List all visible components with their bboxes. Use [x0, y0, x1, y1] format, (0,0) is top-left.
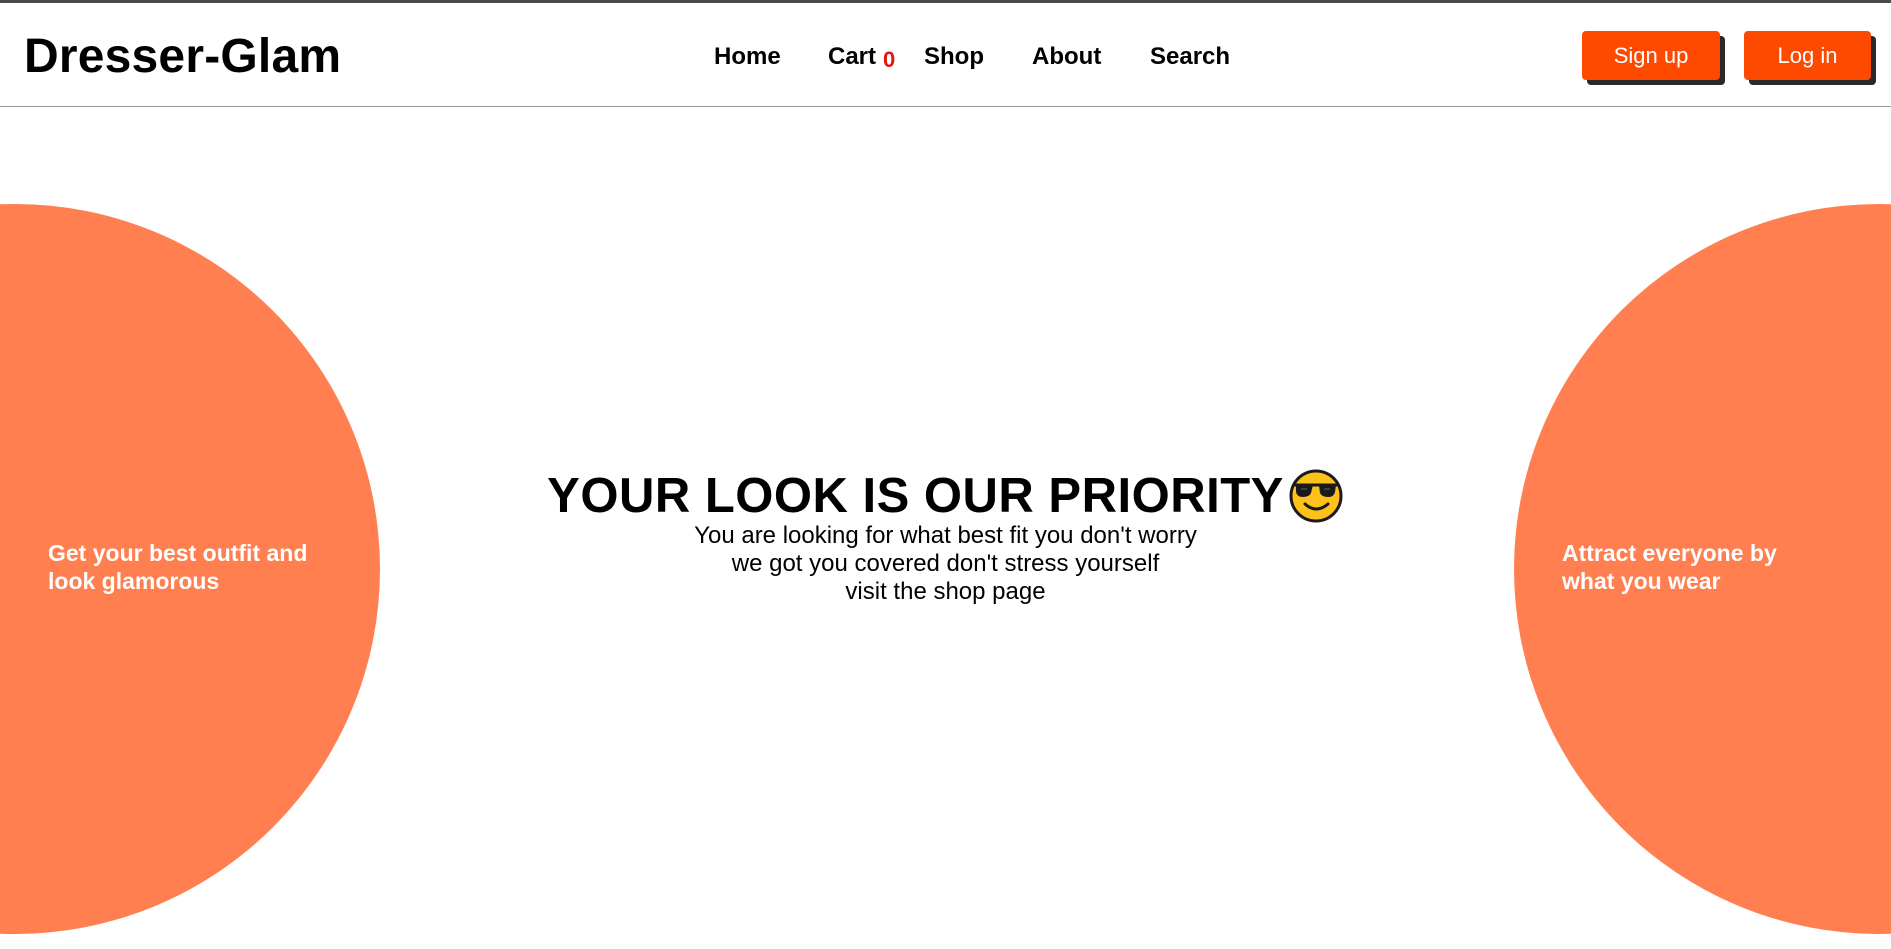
signup-button[interactable]: Sign up	[1582, 31, 1720, 80]
page: Dresser-Glam Home Cart 0 Shop About Sear…	[0, 0, 1891, 949]
login-button[interactable]: Log in	[1744, 31, 1871, 80]
hero-title-text: YOUR LOOK IS OUR PRIORITY	[547, 469, 1284, 524]
cart-count-badge: 0	[883, 47, 896, 72]
hero-subtitle-line: visit the shop page	[845, 578, 1046, 605]
nav-shop-link[interactable]: Shop	[924, 43, 984, 71]
navbar: Dresser-Glam Home Cart 0 Shop About Sear…	[0, 3, 1891, 107]
brand-logo[interactable]: Dresser-Glam	[24, 29, 341, 85]
hero-title: YOUR LOOK IS OUR PRIORITY	[0, 464, 1891, 525]
smiling-face-with-sunglasses-icon	[1289, 469, 1343, 523]
hero-subtitle-line: You are looking for what best fit you do…	[694, 522, 1197, 549]
nav-home-link[interactable]: Home	[714, 43, 781, 71]
nav-cart-link[interactable]: Cart	[828, 43, 876, 71]
hero-subtitle-line: we got you covered don't stress yourself	[731, 550, 1160, 577]
nav-about-link[interactable]: About	[1032, 43, 1101, 71]
nav-search-link[interactable]: Search	[1150, 43, 1230, 71]
